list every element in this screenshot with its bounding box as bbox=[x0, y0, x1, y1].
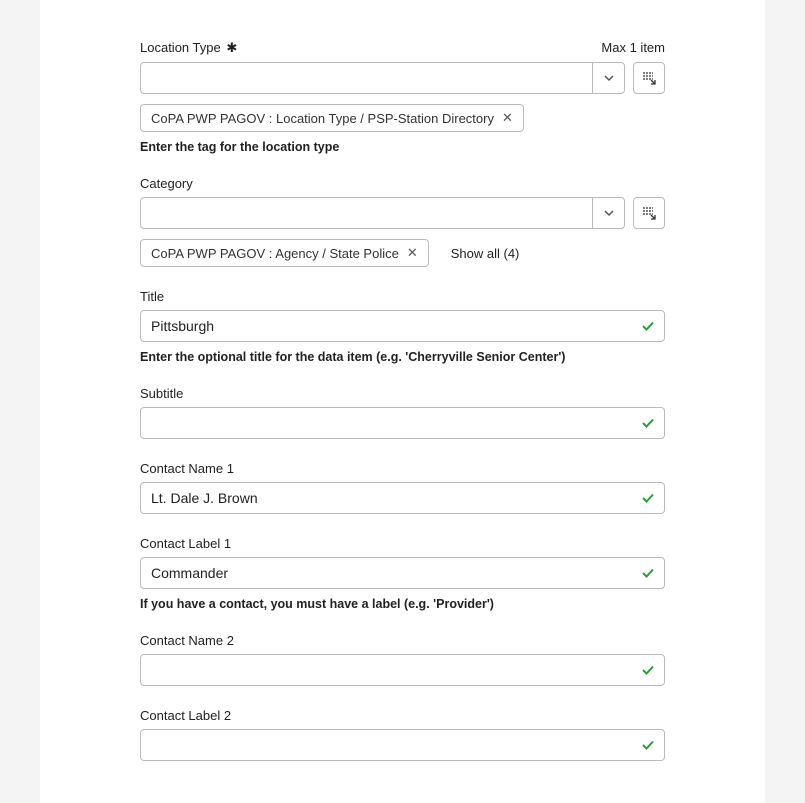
form-container: Location Type ✱ Max 1 item bbox=[40, 0, 765, 803]
title-label: Title bbox=[140, 289, 164, 304]
contact-label-2-label: Contact Label 2 bbox=[140, 708, 231, 723]
close-icon: ✕ bbox=[407, 245, 418, 260]
max-items-label: Max 1 item bbox=[601, 40, 665, 55]
title-help: Enter the optional title for the data it… bbox=[140, 350, 665, 364]
category-label: Category bbox=[140, 176, 193, 191]
chevron-down-icon bbox=[603, 207, 615, 219]
required-asterisk-icon: ✱ bbox=[226, 40, 237, 55]
contact-label-2-field: Contact Label 2 bbox=[140, 708, 665, 761]
location-type-browse-button[interactable] bbox=[633, 62, 665, 94]
contact-label-1-field: Contact Label 1 If you have a contact, y… bbox=[140, 536, 665, 611]
title-field: Title Enter the optional title for the d… bbox=[140, 289, 665, 364]
location-type-combobox[interactable] bbox=[140, 62, 625, 94]
contact-name-1-field: Contact Name 1 bbox=[140, 461, 665, 514]
contact-label-1-input[interactable] bbox=[140, 557, 665, 589]
contact-label-2-input[interactable] bbox=[140, 729, 665, 761]
category-browse-button[interactable] bbox=[633, 197, 665, 229]
category-input[interactable] bbox=[141, 198, 592, 228]
subtitle-field: Subtitle bbox=[140, 386, 665, 439]
contact-label-1-label: Contact Label 1 bbox=[140, 536, 231, 551]
contact-name-2-input[interactable] bbox=[140, 654, 665, 686]
location-type-tag-remove[interactable]: ✕ bbox=[502, 110, 513, 126]
contact-name-2-field: Contact Name 2 bbox=[140, 633, 665, 686]
category-dropdown-button[interactable] bbox=[592, 198, 624, 228]
contact-label-1-help: If you have a contact, you must have a l… bbox=[140, 597, 665, 611]
category-tag-remove[interactable]: ✕ bbox=[407, 245, 418, 261]
close-icon: ✕ bbox=[502, 110, 513, 125]
subtitle-label: Subtitle bbox=[140, 386, 183, 401]
browse-list-icon bbox=[641, 70, 657, 86]
show-all-link[interactable]: Show all (4) bbox=[451, 246, 520, 261]
subtitle-input[interactable] bbox=[140, 407, 665, 439]
browse-list-icon bbox=[641, 205, 657, 221]
category-tag: CoPA PWP PAGOV : Agency / State Police ✕ bbox=[140, 239, 429, 267]
location-type-tag-text: CoPA PWP PAGOV : Location Type / PSP-Sta… bbox=[151, 111, 494, 126]
location-type-input[interactable] bbox=[141, 63, 592, 93]
location-type-dropdown-button[interactable] bbox=[592, 63, 624, 93]
location-type-tag: CoPA PWP PAGOV : Location Type / PSP-Sta… bbox=[140, 104, 524, 132]
contact-name-1-label: Contact Name 1 bbox=[140, 461, 234, 476]
title-input[interactable] bbox=[140, 310, 665, 342]
location-type-field: Location Type ✱ Max 1 item bbox=[140, 40, 665, 154]
category-tag-text: CoPA PWP PAGOV : Agency / State Police bbox=[151, 246, 399, 261]
category-combobox[interactable] bbox=[140, 197, 625, 229]
contact-name-2-label: Contact Name 2 bbox=[140, 633, 234, 648]
contact-name-1-input[interactable] bbox=[140, 482, 665, 514]
category-field: Category bbox=[140, 176, 665, 267]
location-type-help: Enter the tag for the location type bbox=[140, 140, 665, 154]
chevron-down-icon bbox=[603, 72, 615, 84]
location-type-label: Location Type bbox=[140, 40, 221, 55]
